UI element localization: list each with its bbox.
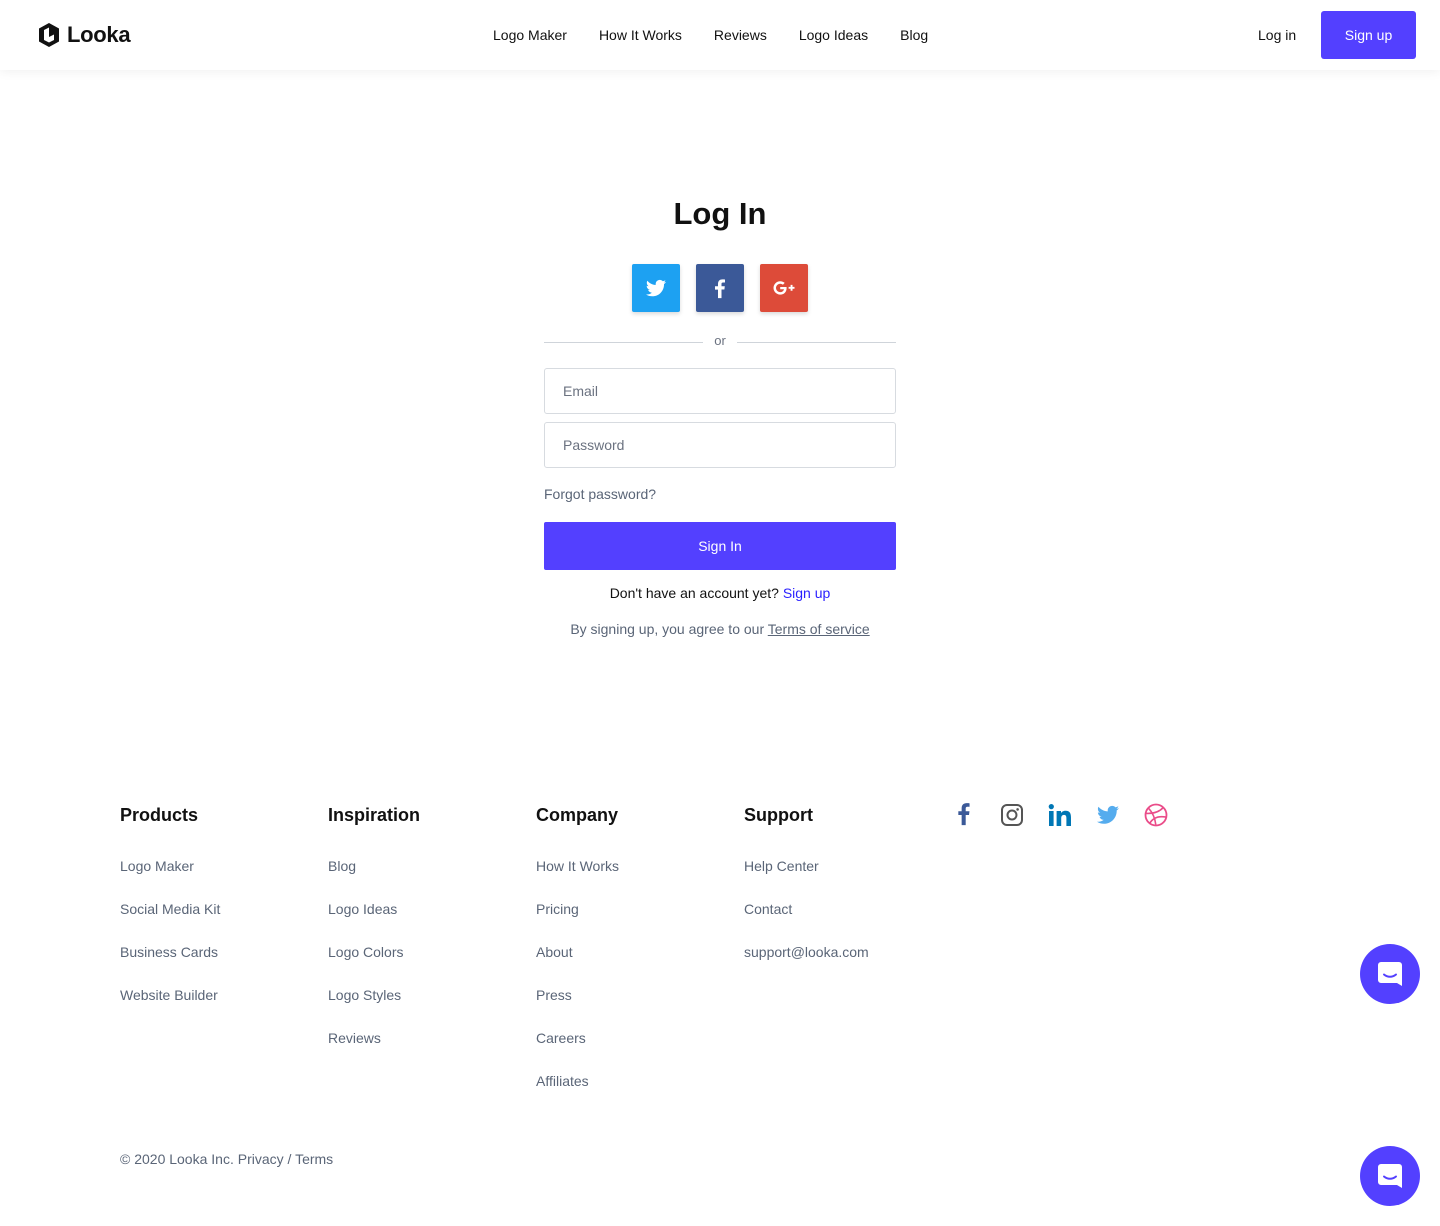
- footer-column-inspiration: Inspiration Blog Logo Ideas Logo Colors …: [328, 804, 420, 1073]
- site-header: Looka Logo Maker How It Works Reviews Lo…: [0, 0, 1440, 70]
- looka-logo[interactable]: Looka: [38, 22, 131, 48]
- footer-link-affiliates[interactable]: Affiliates: [536, 1073, 619, 1090]
- instagram-icon: [1001, 804, 1023, 826]
- footer-column-title: Support: [744, 805, 813, 825]
- nav-reviews[interactable]: Reviews: [714, 25, 767, 45]
- nav-how-it-works[interactable]: How It Works: [599, 25, 682, 45]
- terms-of-service-link[interactable]: Terms of service: [768, 621, 870, 637]
- looka-logo-icon: [39, 23, 59, 47]
- footer-twitter-link[interactable]: [1096, 802, 1120, 828]
- footer-column-title: Inspiration: [328, 805, 421, 825]
- chat-icon: [1378, 1164, 1402, 1188]
- forgot-password-link[interactable]: Forgot password?: [544, 486, 656, 502]
- footer-link-contact[interactable]: Contact: [744, 901, 869, 918]
- dribbble-icon: [1144, 803, 1168, 827]
- footer-dribbble-link[interactable]: [1144, 802, 1168, 828]
- privacy-link[interactable]: Privacy: [238, 1151, 284, 1167]
- footer-link-reviews[interactable]: Reviews: [328, 1030, 420, 1047]
- twitter-icon: [646, 279, 666, 297]
- twitter-icon: [1097, 805, 1119, 824]
- footer-link-logo-maker[interactable]: Logo Maker: [120, 858, 220, 875]
- footer-linkedin-link[interactable]: [1048, 802, 1072, 828]
- footer-link-business-cards[interactable]: Business Cards: [120, 944, 220, 961]
- linkedin-icon: [1048, 804, 1071, 826]
- footer-link-social-media-kit[interactable]: Social Media Kit: [120, 901, 220, 918]
- footer-link-pricing[interactable]: Pricing: [536, 901, 619, 918]
- page-title: Log In: [673, 196, 767, 231]
- google-plus-icon: [773, 281, 795, 295]
- social-login-group: [632, 264, 808, 312]
- footer-column-title: Products: [120, 805, 199, 825]
- footer-facebook-link[interactable]: [952, 802, 976, 828]
- email-input[interactable]: [544, 368, 896, 414]
- copyright-text: © 2020 Looka Inc.: [120, 1151, 234, 1167]
- nav-logo-maker[interactable]: Logo Maker: [493, 25, 567, 45]
- footer-link-blog[interactable]: Blog: [328, 858, 420, 875]
- signup-link[interactable]: Sign up: [783, 585, 830, 601]
- footer-link-logo-ideas[interactable]: Logo Ideas: [328, 901, 420, 918]
- google-plus-login-button[interactable]: [760, 264, 808, 312]
- logo-text: Looka: [67, 22, 131, 47]
- no-account-label: Don't have an account yet?: [609, 585, 779, 601]
- footer-column-title: Company: [536, 805, 619, 825]
- footer-link-help-center[interactable]: Help Center: [744, 858, 869, 875]
- or-label: or: [714, 333, 726, 348]
- copyright-separator: /: [287, 1151, 292, 1167]
- footer-link-press[interactable]: Press: [536, 987, 619, 1004]
- no-account-text: Don't have an account yet? Sign up: [0, 585, 1440, 601]
- chat-icon: [1378, 962, 1402, 986]
- footer-column-products: Products Logo Maker Social Media Kit Bus…: [120, 804, 220, 1030]
- terms-link[interactable]: Terms: [295, 1151, 333, 1167]
- chat-launcher-button-secondary[interactable]: [1360, 1146, 1420, 1206]
- footer-link-careers[interactable]: Careers: [536, 1030, 619, 1047]
- chat-launcher-button[interactable]: [1360, 944, 1420, 1004]
- nav-logo-ideas[interactable]: Logo Ideas: [799, 25, 868, 45]
- main-nav: Logo Maker How It Works Reviews Logo Ide…: [493, 25, 928, 45]
- footer-link-how-it-works[interactable]: How It Works: [536, 858, 619, 875]
- copyright-line: © 2020 Looka Inc. Privacy / Terms: [120, 1151, 333, 1167]
- twitter-login-button[interactable]: [632, 264, 680, 312]
- footer-link-website-builder[interactable]: Website Builder: [120, 987, 220, 1004]
- password-input[interactable]: [544, 422, 896, 468]
- footer-column-company: Company How It Works Pricing About Press…: [536, 804, 619, 1116]
- sign-in-button[interactable]: Sign In: [544, 522, 896, 570]
- footer-column-support: Support Help Center Contact support@look…: [744, 804, 869, 987]
- or-divider: or: [544, 332, 896, 352]
- footer-link-logo-styles[interactable]: Logo Styles: [328, 987, 420, 1004]
- footer-link-logo-colors[interactable]: Logo Colors: [328, 944, 420, 961]
- facebook-icon: [958, 803, 970, 826]
- divider-line-right: [737, 342, 896, 343]
- header-signup-button[interactable]: Sign up: [1321, 11, 1416, 59]
- footer-social-links: [952, 802, 1168, 828]
- terms-label: By signing up, you agree to our: [570, 621, 765, 637]
- facebook-login-button[interactable]: [696, 264, 744, 312]
- header-login-link[interactable]: Log in: [1258, 25, 1296, 45]
- facebook-icon: [715, 279, 725, 299]
- nav-blog[interactable]: Blog: [900, 25, 928, 45]
- footer-instagram-link[interactable]: [1000, 802, 1024, 828]
- terms-notice: By signing up, you agree to our Terms of…: [0, 621, 1440, 637]
- footer-link-about[interactable]: About: [536, 944, 619, 961]
- footer-link-support-email[interactable]: support@looka.com: [744, 944, 869, 961]
